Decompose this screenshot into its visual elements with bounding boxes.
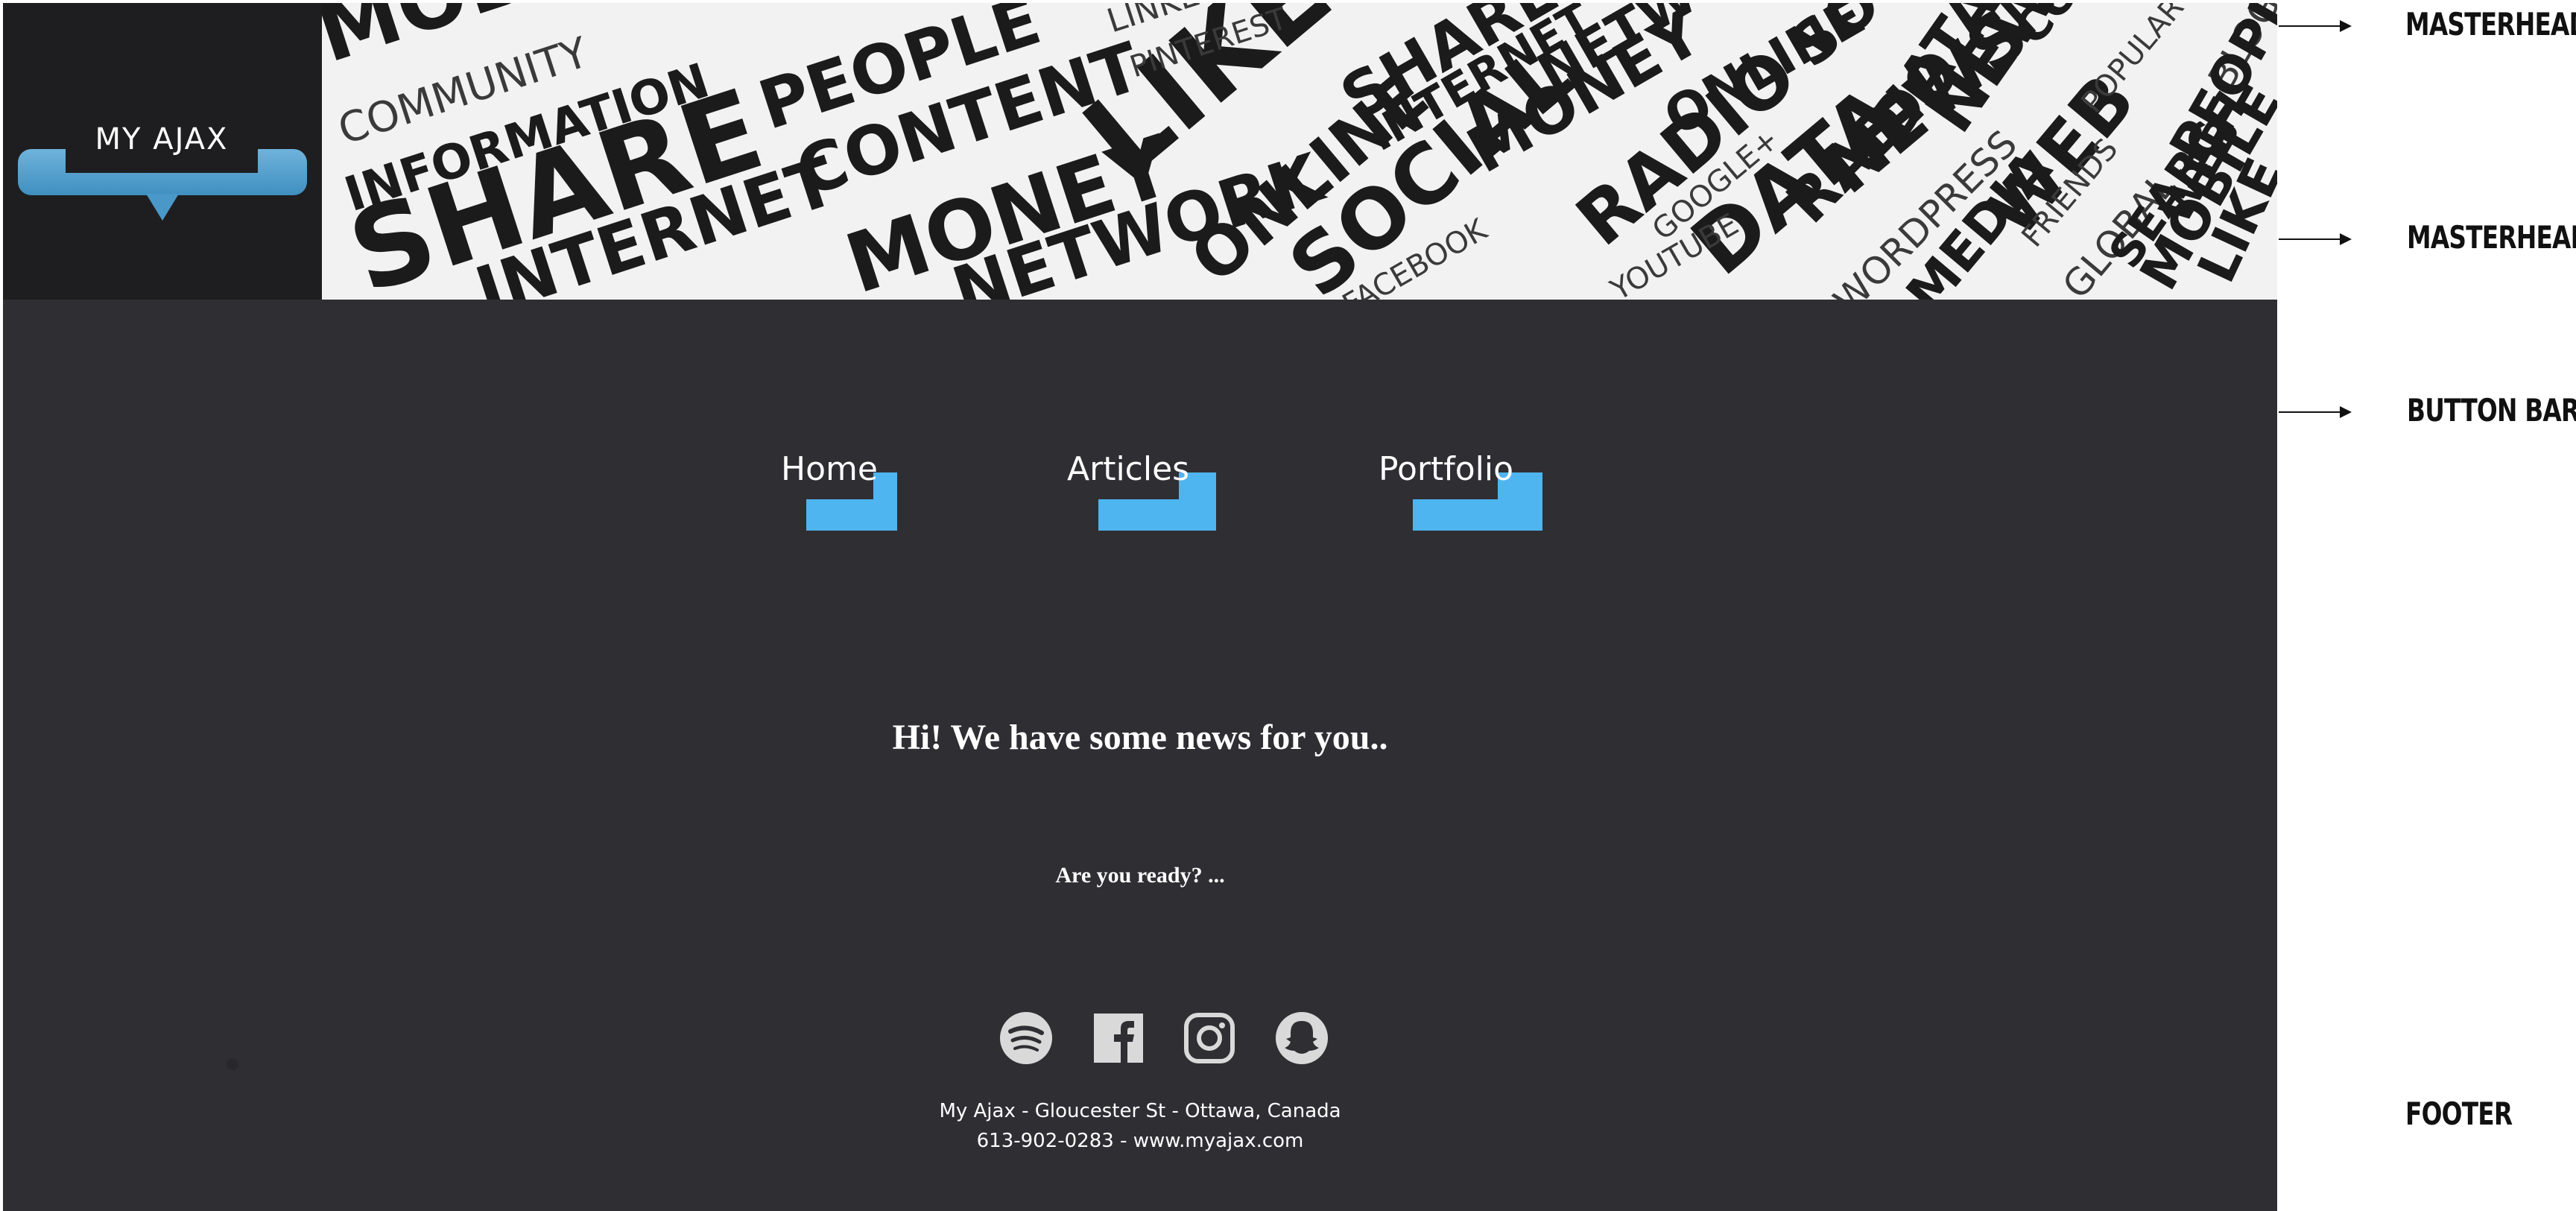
annotation-button-bar: BUTTON BAR — [2407, 392, 2576, 429]
logo-pointer — [146, 194, 179, 221]
annotation-arrow-button-bar — [2279, 406, 2352, 418]
annotation-arrow-masthead-2 — [2279, 233, 2352, 245]
footer-contact: 613-902-0283 - www.myajax.com — [976, 1130, 1304, 1152]
annotation-masthead-1: MASTERHEAD — [2405, 6, 2576, 42]
nav-home-label: Home — [781, 450, 878, 488]
logo[interactable]: MY AJAX — [3, 3, 322, 300]
word-cloud-svg: MOBILECOMMUNITYINFORMATIONSHAREINTERNETP… — [322, 3, 2277, 300]
logo-text: MY AJAX — [95, 122, 229, 156]
nav-portfolio-label: Portfolio — [1379, 450, 1514, 488]
decorative-dot — [227, 1058, 238, 1070]
annotation-arrow-masthead-1 — [2279, 20, 2352, 32]
annotation-footer: FOOTER — [2405, 1095, 2513, 1132]
news-subline: Are you ready? ... — [1055, 863, 1225, 888]
masthead-word-cloud-image: MOBILECOMMUNITYINFORMATIONSHAREINTERNETP… — [322, 3, 2277, 300]
instagram-icon[interactable] — [1182, 1011, 1237, 1066]
footer-address: My Ajax - Gloucester St - Ottawa, Canada — [939, 1100, 1341, 1122]
masthead: MY AJAX MOBILECOMMUNITYINFORMATIONSHAREI… — [3, 3, 2277, 300]
nav-home-button[interactable]: Home — [781, 450, 900, 532]
nav-articles-button[interactable]: Articles — [1067, 450, 1224, 532]
news-headline: Hi! We have some news for you.. — [892, 718, 1388, 757]
annotation-masthead-2: MASTERHEAD — [2407, 219, 2576, 256]
snapchat-icon[interactable] — [1274, 1011, 1329, 1066]
nav-portfolio-button[interactable]: Portfolio — [1379, 450, 1550, 532]
spotify-icon[interactable] — [999, 1011, 1054, 1066]
nav-articles-label: Articles — [1067, 450, 1190, 488]
facebook-icon[interactable] — [1091, 1011, 1146, 1066]
site-page: MY AJAX MOBILECOMMUNITYINFORMATIONSHAREI… — [3, 3, 2277, 1211]
